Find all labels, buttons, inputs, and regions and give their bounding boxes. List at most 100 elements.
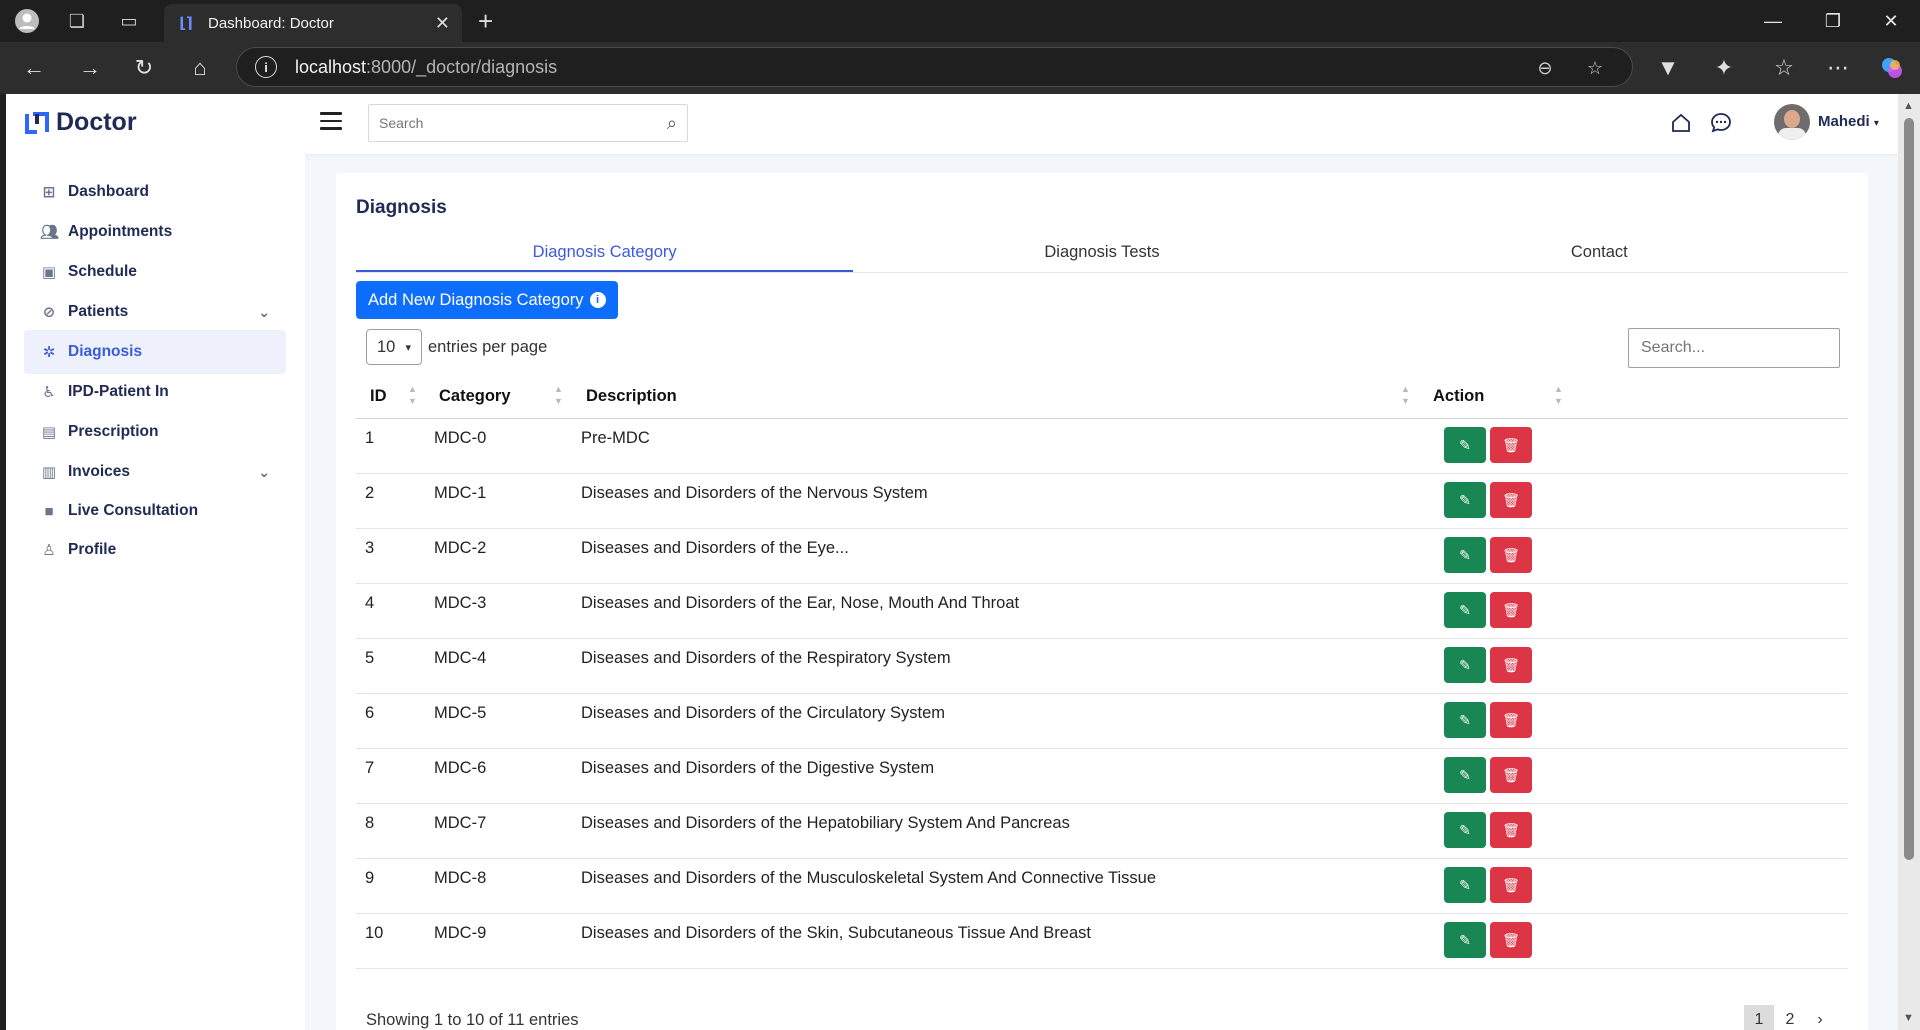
- column-header-id[interactable]: ID: [370, 387, 387, 406]
- sidebar-item-schedule[interactable]: ▣ Schedule: [24, 250, 286, 294]
- site-info-icon[interactable]: i: [255, 56, 277, 78]
- sort-icon[interactable]: ▲ ▼: [408, 383, 417, 407]
- scroll-down-icon[interactable]: ▼: [1903, 1012, 1914, 1024]
- delete-button[interactable]: 🗑︎: [1490, 592, 1532, 628]
- user-icon: ♙: [42, 542, 56, 559]
- cell-id: 3: [365, 539, 375, 557]
- sidebar-item-prescription[interactable]: ▤ Prescription: [24, 410, 286, 454]
- delete-button[interactable]: 🗑︎: [1490, 647, 1532, 683]
- reload-icon[interactable]: ↻: [126, 50, 162, 86]
- sidebar-item-label: Live Consultation: [68, 502, 199, 519]
- tab-contact[interactable]: Contact: [1351, 241, 1848, 272]
- column-header-description[interactable]: Description: [586, 387, 677, 406]
- favorite-star-icon[interactable]: ☆: [1577, 48, 1613, 88]
- more-menu-icon[interactable]: ⋯: [1820, 50, 1856, 86]
- edit-button[interactable]: ✎: [1444, 922, 1486, 958]
- url-host: localhost: [295, 56, 367, 77]
- global-search[interactable]: ⌕: [368, 104, 688, 142]
- sidebar-item-label: Patients: [68, 303, 129, 320]
- menu-toggle-icon[interactable]: [320, 112, 342, 130]
- edit-button[interactable]: ✎: [1444, 592, 1486, 628]
- table-row: 7 MDC-6 Diseases and Disorders of the Dige…: [356, 749, 1848, 804]
- delete-button[interactable]: 🗑︎: [1490, 757, 1532, 793]
- page-1-button[interactable]: 1: [1744, 1005, 1774, 1030]
- edit-button[interactable]: ✎: [1444, 812, 1486, 848]
- scrollbar-thumb[interactable]: [1904, 118, 1914, 860]
- forward-icon[interactable]: →: [72, 50, 108, 86]
- column-header-category[interactable]: Category: [439, 387, 511, 406]
- tab-actions-icon[interactable]: ▭: [114, 6, 144, 36]
- trash-icon: 🗑︎: [1502, 876, 1520, 893]
- delete-button[interactable]: 🗑︎: [1490, 702, 1532, 738]
- address-bar[interactable]: i localhost:8000/_doctor/diagnosis ⊖ ☆: [236, 47, 1633, 87]
- home-icon[interactable]: [1666, 108, 1696, 138]
- edit-icon: ✎: [1459, 931, 1471, 948]
- sidebar-item-patients[interactable]: ⊘ Patients ⌄: [24, 290, 286, 334]
- page-scrollbar[interactable]: ▲ ▼: [1898, 94, 1920, 1030]
- avatar[interactable]: [1774, 104, 1810, 140]
- edit-icon: ✎: [1459, 436, 1471, 453]
- delete-button[interactable]: 🗑︎: [1490, 427, 1532, 463]
- delete-button[interactable]: 🗑︎: [1490, 537, 1532, 573]
- tab-diagnosis-tests[interactable]: Diagnosis Tests: [853, 241, 1350, 272]
- next-page-button[interactable]: ›: [1806, 1005, 1834, 1030]
- global-search-input[interactable]: [379, 115, 667, 131]
- user-name: Mahedi: [1818, 113, 1870, 130]
- home-icon[interactable]: ⌂: [182, 50, 218, 86]
- app-header: Doctor ⌕ Mahedi ▾: [6, 94, 1898, 154]
- delete-button[interactable]: 🗑︎: [1490, 867, 1532, 903]
- diagnosis-table: ID ▲ ▼ Category ▲ ▼ Description ▲ ▼ Action …: [356, 373, 1848, 969]
- edit-button[interactable]: ✎: [1444, 647, 1486, 683]
- column-header-action[interactable]: Action: [1433, 387, 1484, 406]
- sidebar-item-live-consultation[interactable]: ■ Live Consultation: [24, 489, 286, 533]
- per-page-value: 10: [377, 337, 396, 356]
- cell-description: Diseases and Disorders of the Musculoske…: [581, 869, 1157, 887]
- sidebar-item-invoices[interactable]: ▥ Invoices ⌄: [24, 450, 286, 494]
- sort-icon[interactable]: ▲ ▼: [1401, 383, 1410, 407]
- per-page-select[interactable]: 10 ▾: [366, 329, 422, 365]
- table-search[interactable]: [1628, 328, 1840, 368]
- table-header: ID ▲ ▼ Category ▲ ▼ Description ▲ ▼ Action …: [356, 373, 1848, 419]
- extensions-icon[interactable]: ✦: [1706, 50, 1742, 86]
- add-diagnosis-category-button[interactable]: Add New Diagnosis Category i: [356, 281, 618, 319]
- page-title: Diagnosis: [356, 197, 447, 218]
- close-window-icon[interactable]: ✕: [1862, 0, 1920, 42]
- favorites-icon[interactable]: ☆: [1766, 50, 1802, 86]
- edit-button[interactable]: ✎: [1444, 757, 1486, 793]
- zoom-icon[interactable]: ⊖: [1527, 48, 1563, 88]
- user-menu[interactable]: Mahedi ▾: [1818, 113, 1879, 130]
- edit-button[interactable]: ✎: [1444, 702, 1486, 738]
- edit-button[interactable]: ✎: [1444, 867, 1486, 903]
- search-icon[interactable]: ⌕: [667, 113, 677, 134]
- back-icon[interactable]: ←: [16, 50, 52, 86]
- restore-icon[interactable]: ❐: [1804, 0, 1862, 42]
- delete-button[interactable]: 🗑︎: [1490, 482, 1532, 518]
- profile-icon[interactable]: [12, 6, 42, 36]
- workspaces-icon[interactable]: ❏: [62, 6, 92, 36]
- sidebar-item-appointments[interactable]: 👥︎ Appointments: [24, 210, 286, 254]
- sort-icon[interactable]: ▲ ▼: [1554, 383, 1563, 407]
- delete-button[interactable]: 🗑︎: [1490, 812, 1532, 848]
- table-search-input[interactable]: [1641, 339, 1827, 357]
- copilot-icon[interactable]: [1874, 50, 1910, 86]
- edit-button[interactable]: ✎: [1444, 482, 1486, 518]
- edit-button[interactable]: ✎: [1444, 537, 1486, 573]
- tab-diagnosis-category[interactable]: Diagnosis Category: [356, 241, 854, 272]
- sidebar-item-label: Profile: [68, 541, 117, 558]
- new-tab-icon[interactable]: +: [478, 6, 493, 37]
- sidebar-item-diagnosis[interactable]: ✲ Diagnosis: [24, 330, 286, 374]
- brand-logo[interactable]: Doctor: [24, 108, 137, 137]
- minimize-icon[interactable]: —: [1744, 0, 1802, 42]
- browser-tab[interactable]: ⌊⌉ Dashboard: Doctor ✕: [164, 4, 462, 42]
- scroll-up-icon[interactable]: ▲: [1903, 100, 1914, 112]
- close-tab-icon[interactable]: ✕: [435, 13, 450, 34]
- sidebar-item-ipd-patient-in[interactable]: ♿︎ IPD-Patient In: [24, 370, 286, 414]
- sort-icon[interactable]: ▲ ▼: [554, 383, 563, 407]
- chat-icon[interactable]: [1706, 108, 1736, 138]
- sidebar-item-dashboard[interactable]: ⊞ Dashboard: [24, 170, 286, 214]
- edit-button[interactable]: ✎: [1444, 427, 1486, 463]
- page-2-button[interactable]: 2: [1776, 1005, 1804, 1030]
- sidebar-item-profile[interactable]: ♙ Profile: [24, 528, 286, 572]
- delete-button[interactable]: 🗑︎: [1490, 922, 1532, 958]
- extension-v-icon[interactable]: ▼: [1650, 50, 1686, 86]
